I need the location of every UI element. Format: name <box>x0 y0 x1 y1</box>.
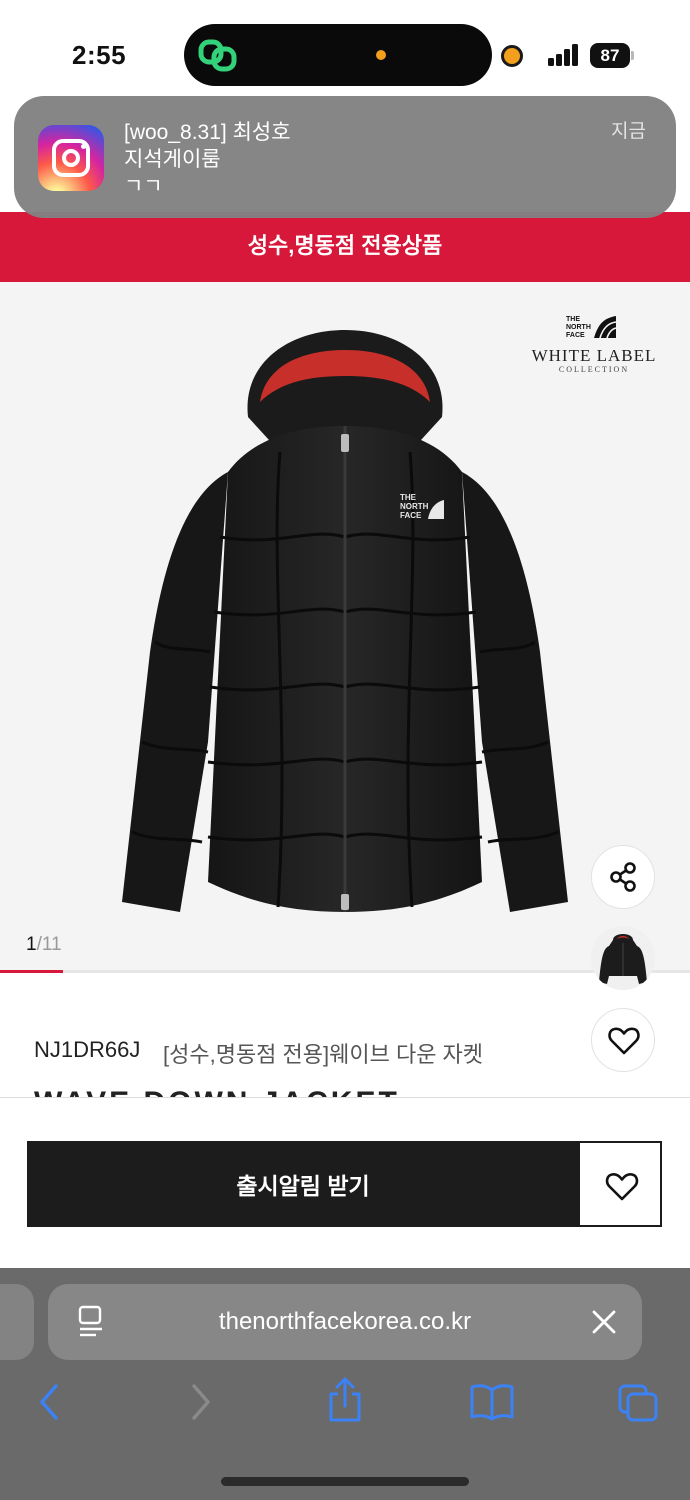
back-icon[interactable] <box>34 1382 66 1422</box>
privacy-indicator-dot <box>376 50 386 60</box>
release-notify-button[interactable]: 출시알림 받기 <box>27 1141 579 1227</box>
product-name: [성수,명동점 전용]웨이브 다운 자켓 <box>163 1042 484 1067</box>
product-code: NJ1DR66J <box>34 1037 141 1062</box>
previous-tab-preview[interactable] <box>0 1284 34 1360</box>
instagram-icon <box>38 125 104 191</box>
battery-level: 87 <box>590 43 630 68</box>
share-icon[interactable] <box>324 1376 366 1424</box>
home-indicator[interactable] <box>221 1477 469 1486</box>
notification-subtitle: 지석게이룸 <box>124 148 221 171</box>
push-notification[interactable]: [woo_8.31] 최성호 지석게이룸 ㄱㄱ 지금 <box>14 96 676 218</box>
close-icon[interactable] <box>590 1308 618 1336</box>
product-gallery[interactable]: THE NORTH FACE WHITE LABEL COLLECTION TH… <box>0 282 690 972</box>
forward-icon[interactable] <box>184 1382 216 1422</box>
jacket-thumbnail-image <box>591 926 655 990</box>
notification-title: [woo_8.31] 최성호 <box>124 121 291 144</box>
url-text[interactable]: thenorthfacekorea.co.kr <box>48 1284 642 1360</box>
status-time: 2:55 <box>72 40 127 70</box>
divider <box>0 1097 690 1098</box>
wishlist-button-circle[interactable] <box>591 1008 655 1072</box>
cellular-signal-icon <box>548 44 580 66</box>
browser-toolbar: thenorthfacekorea.co.kr <box>0 1268 690 1500</box>
gallery-progress-fill <box>0 970 63 973</box>
product-thumbnail[interactable] <box>591 926 655 990</box>
dynamic-island[interactable] <box>184 24 492 86</box>
notification-body: ㄱㄱ <box>124 175 163 198</box>
recording-indicator-icon <box>501 45 523 67</box>
svg-text:NORTH: NORTH <box>400 502 429 511</box>
exclusive-banner: 성수,명동점 전용상품 <box>0 212 690 282</box>
bookmarks-icon[interactable] <box>468 1382 516 1422</box>
wishlist-button[interactable] <box>578 1141 662 1227</box>
address-bar[interactable]: thenorthfacekorea.co.kr <box>48 1284 642 1360</box>
heart-icon <box>608 1027 640 1055</box>
svg-text:THE: THE <box>400 493 417 502</box>
image-counter-current: 1 <box>26 934 37 955</box>
gallery-progress-bar <box>0 970 690 973</box>
svg-text:FACE: FACE <box>400 511 422 520</box>
product-image: THE NORTH FACE <box>122 330 568 912</box>
image-counter-total: /11 <box>36 934 62 955</box>
notification-time: 지금 <box>611 121 646 142</box>
battery-icon: 87 <box>590 43 634 68</box>
share-button[interactable] <box>591 845 655 909</box>
image-counter: 1/11 <box>26 934 62 956</box>
heart-icon <box>605 1173 639 1201</box>
share-icon <box>610 862 636 892</box>
link-app-icon <box>198 39 237 72</box>
status-bar: 2:55 87 <box>0 0 690 100</box>
tabs-icon[interactable] <box>616 1382 660 1424</box>
